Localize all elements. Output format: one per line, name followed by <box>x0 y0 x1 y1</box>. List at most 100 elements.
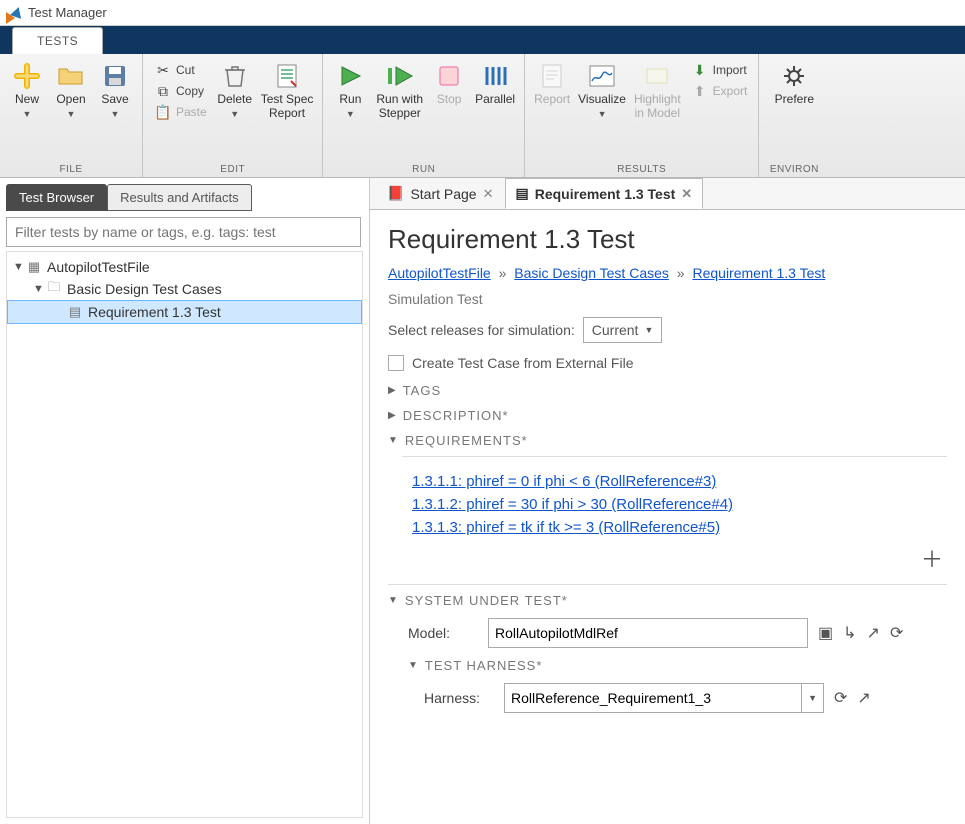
breadcrumb: AutopilotTestFile » Basic Design Test Ca… <box>388 265 947 281</box>
harness-dropdown[interactable]: ▼ <box>802 683 824 713</box>
collapse-icon[interactable]: ▼ <box>33 283 45 295</box>
use-current-icon[interactable]: ↳ <box>843 623 856 643</box>
add-requirement-button[interactable]: ＋ <box>388 542 947 574</box>
browse-icon[interactable]: ▣ <box>818 623 833 643</box>
copy-icon: ⧉ <box>154 82 172 100</box>
release-label: Select releases for simulation: <box>388 322 575 338</box>
page-title: Requirement 1.3 Test <box>388 224 947 255</box>
external-file-checkbox[interactable] <box>388 355 404 371</box>
testspec-button[interactable]: Test Spec Report <box>258 58 317 124</box>
section-tags-label: TAGS <box>403 383 441 398</box>
stop-button[interactable]: Stop <box>428 58 470 110</box>
tab-test-browser[interactable]: Test Browser <box>6 184 107 211</box>
document-tabs: 📕 Start Page ✕ ▤ Requirement 1.3 Test ✕ <box>370 178 965 210</box>
external-file-row: Create Test Case from External File <box>388 355 947 371</box>
run-stepper-button[interactable]: Run with Stepper <box>373 58 426 124</box>
export-button[interactable]: ⬆Export <box>688 81 751 101</box>
report-icon <box>273 62 301 90</box>
section-harness-header[interactable]: ▼TEST HARNESS* <box>408 658 947 673</box>
crumb-item[interactable]: Requirement 1.3 Test <box>692 265 825 281</box>
doctab-requirement-test[interactable]: ▤ Requirement 1.3 Test ✕ <box>505 178 704 209</box>
delete-button[interactable]: Delete▼ <box>214 58 256 125</box>
harness-row: Harness: ▼ ⟳ ↗ <box>424 683 947 713</box>
harness-input[interactable] <box>504 683 802 713</box>
open-label: Open <box>56 92 85 106</box>
testcase-icon: ▤ <box>66 304 84 320</box>
doctab-active-label: Requirement 1.3 Test <box>535 186 676 202</box>
import-button[interactable]: ⬇Import <box>688 60 751 80</box>
ribbon-group-environment: Prefere ENVIRON <box>759 54 829 177</box>
import-label: Import <box>713 63 747 77</box>
tab-tests[interactable]: TESTS <box>12 27 103 54</box>
step-icon <box>386 62 414 90</box>
refresh-icon[interactable]: ⟳ <box>890 623 903 643</box>
save-icon <box>101 62 129 90</box>
visualize-button[interactable]: Visualize▼ <box>575 58 629 125</box>
crumb-file[interactable]: AutopilotTestFile <box>388 265 491 281</box>
doctab-start-label: Start Page <box>410 186 476 202</box>
run-button[interactable]: Run▼ <box>329 58 371 125</box>
section-sut-header[interactable]: ▼SYSTEM UNDER TEST* <box>388 593 947 608</box>
report-button[interactable]: Report <box>531 58 573 110</box>
refresh-icon[interactable]: ⟳ <box>834 688 847 708</box>
requirement-link[interactable]: 1.3.1.1: phiref = 0 if phi < 6 (RollRefe… <box>412 473 947 490</box>
open-model-icon[interactable]: ↗ <box>867 623 880 643</box>
crumb-folder[interactable]: Basic Design Test Cases <box>514 265 669 281</box>
test-tree: ▼ ▦ AutopilotTestFile ▼ 🗀 Basic Design T… <box>6 251 363 818</box>
open-button[interactable]: Open▼ <box>50 58 92 125</box>
release-row: Select releases for simulation: Current … <box>388 317 947 343</box>
cut-button[interactable]: ✂Cut <box>151 60 210 80</box>
highlight-button[interactable]: Highlight in Model <box>631 58 684 124</box>
filter-input[interactable] <box>6 217 361 247</box>
tab-results-artifacts[interactable]: Results and Artifacts <box>107 184 252 211</box>
doctab-start-page[interactable]: 📕 Start Page ✕ <box>376 178 505 209</box>
open-harness-icon[interactable]: ↗ <box>857 688 870 708</box>
collapse-icon[interactable]: ▼ <box>13 261 25 273</box>
doc-icon <box>538 62 566 90</box>
stop-label: Stop <box>437 92 462 106</box>
run-stepper-label: Run with Stepper <box>376 92 423 120</box>
stop-icon <box>435 62 463 90</box>
ribbon-group-file: New▼ Open▼ Save▼ FILE <box>0 54 143 177</box>
tree-root[interactable]: ▼ ▦ AutopilotTestFile <box>7 256 362 278</box>
export-icon: ⬆ <box>691 82 709 100</box>
copy-button[interactable]: ⧉Copy <box>151 81 210 101</box>
section-description-header[interactable]: ▶DESCRIPTION* <box>388 408 947 423</box>
release-select[interactable]: Current ▼ <box>583 317 663 343</box>
clipboard-items: ✂Cut ⧉Copy 📋Paste <box>149 58 212 124</box>
parallel-label: Parallel <box>475 92 515 106</box>
play-icon <box>336 62 364 90</box>
preferences-label: Prefere <box>775 92 814 106</box>
delete-label: Delete <box>217 92 252 106</box>
release-value: Current <box>592 322 639 338</box>
section-tags-header[interactable]: ▶TAGS <box>388 383 947 398</box>
close-icon[interactable]: ✕ <box>483 186 494 202</box>
paste-button[interactable]: 📋Paste <box>151 102 210 122</box>
section-description-label: DESCRIPTION* <box>403 408 509 423</box>
close-icon[interactable]: ✕ <box>681 186 692 202</box>
save-button[interactable]: Save▼ <box>94 58 136 125</box>
book-icon: 📕 <box>387 185 404 202</box>
section-requirements-label: REQUIREMENTS* <box>405 433 528 448</box>
requirement-link[interactable]: 1.3.1.3: phiref = tk if tk >= 3 (RollRef… <box>412 519 947 536</box>
test-type: Simulation Test <box>388 291 947 307</box>
right-pane: 📕 Start Page ✕ ▤ Requirement 1.3 Test ✕ … <box>370 178 965 824</box>
new-button[interactable]: New▼ <box>6 58 48 125</box>
parallel-button[interactable]: Parallel <box>472 58 518 110</box>
content-area: Test Browser Results and Artifacts ▼ ▦ A… <box>0 178 965 824</box>
requirement-link[interactable]: 1.3.1.2: phiref = 30 if phi > 30 (RollRe… <box>412 496 947 513</box>
paste-icon: 📋 <box>154 103 172 121</box>
section-requirements-header[interactable]: ▼REQUIREMENTS* <box>388 433 947 448</box>
tree-folder[interactable]: ▼ 🗀 Basic Design Test Cases <box>7 278 362 300</box>
preferences-button[interactable]: Prefere <box>772 58 817 110</box>
tree-root-label: AutopilotTestFile <box>47 259 150 275</box>
detail-panel: Requirement 1.3 Test AutopilotTestFile »… <box>370 210 965 824</box>
section-system-under-test: ▼SYSTEM UNDER TEST* Model: ▣ ↳ ↗ ⟳ ▼TEST… <box>388 584 947 713</box>
ribbon-group-file-label: FILE <box>59 164 82 175</box>
model-input[interactable] <box>488 618 808 648</box>
tree-item-selected[interactable]: ▤ Requirement 1.3 Test <box>7 300 362 324</box>
testfile-icon: ▦ <box>25 259 43 275</box>
scissors-icon: ✂ <box>154 61 172 79</box>
highlight-icon <box>643 62 671 90</box>
ribbon: New▼ Open▼ Save▼ FILE ✂Cut ⧉Copy 📋Pa <box>0 54 965 178</box>
